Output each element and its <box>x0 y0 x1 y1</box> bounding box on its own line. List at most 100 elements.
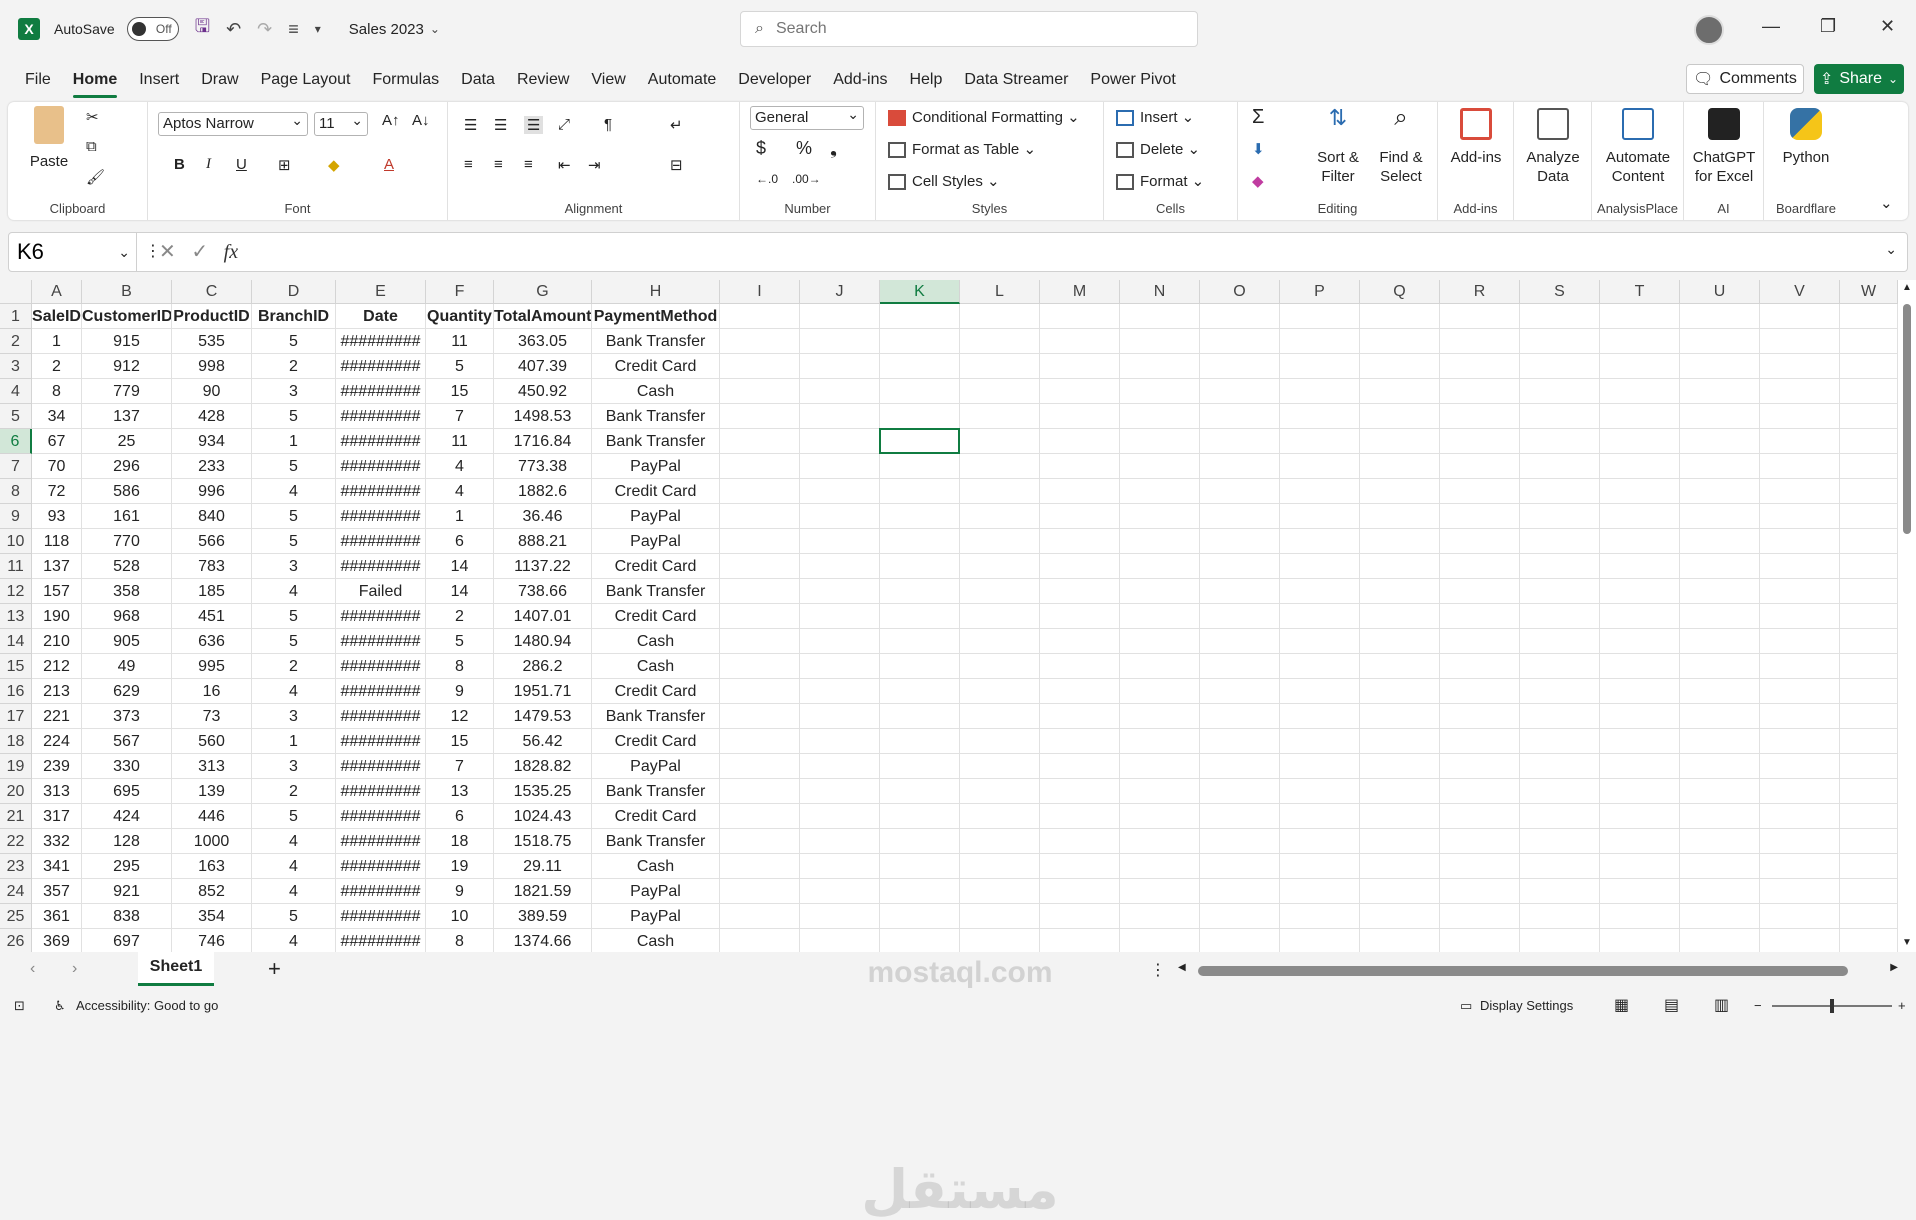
table-cell[interactable] <box>1840 854 1898 879</box>
cell-styles-button[interactable]: Cell Styles ⌄ <box>888 172 1000 191</box>
row-header[interactable]: 2 <box>0 329 32 354</box>
table-cell[interactable] <box>1120 779 1200 804</box>
table-cell[interactable] <box>1520 604 1600 629</box>
table-cell[interactable] <box>1280 679 1360 704</box>
table-cell[interactable] <box>1440 679 1520 704</box>
table-cell[interactable] <box>720 579 800 604</box>
accessibility-icon[interactable]: ♿ <box>54 992 66 1019</box>
table-cell[interactable] <box>880 329 960 354</box>
table-cell[interactable]: 1 <box>426 504 494 529</box>
font-name-select[interactable]: Aptos Narrow <box>158 109 308 136</box>
table-cell[interactable]: 210 <box>32 629 82 654</box>
table-cell[interactable] <box>1040 504 1120 529</box>
table-cell[interactable] <box>1360 479 1440 504</box>
table-cell[interactable] <box>1040 354 1120 379</box>
table-cell[interactable]: 4 <box>252 679 336 704</box>
table-cell[interactable] <box>880 454 960 479</box>
sheet-tab-sheet1[interactable]: Sheet1 <box>138 952 214 986</box>
table-cell[interactable] <box>800 629 880 654</box>
table-cell[interactable] <box>1760 879 1840 904</box>
table-cell[interactable]: 1828.82 <box>494 754 592 779</box>
percent-icon[interactable]: % <box>796 138 812 159</box>
table-cell[interactable] <box>1120 729 1200 754</box>
table-cell[interactable] <box>800 729 880 754</box>
table-cell[interactable]: 11 <box>426 329 494 354</box>
table-cell[interactable]: 224 <box>32 729 82 754</box>
table-cell[interactable] <box>1760 829 1840 854</box>
table-cell[interactable]: ######### <box>336 729 426 754</box>
table-cell[interactable] <box>1120 604 1200 629</box>
table-cell[interactable] <box>1440 779 1520 804</box>
table-cell[interactable]: ######### <box>336 429 426 454</box>
table-cell[interactable] <box>1760 604 1840 629</box>
table-cell[interactable]: 11 <box>426 429 494 454</box>
table-cell[interactable] <box>1520 479 1600 504</box>
table-cell[interactable]: 14 <box>426 579 494 604</box>
table-cell[interactable]: Bank Transfer <box>592 579 720 604</box>
table-cell[interactable] <box>1600 729 1680 754</box>
table-cell[interactable] <box>1360 529 1440 554</box>
column-header-e[interactable]: E <box>336 280 426 304</box>
table-cell[interactable] <box>720 779 800 804</box>
table-cell[interactable] <box>1440 879 1520 904</box>
table-cell[interactable] <box>1120 704 1200 729</box>
table-cell[interactable] <box>1680 829 1760 854</box>
table-cell[interactable] <box>1360 679 1440 704</box>
table-cell[interactable]: 446 <box>172 804 252 829</box>
table-cell[interactable] <box>1360 554 1440 579</box>
table-cell[interactable] <box>1040 554 1120 579</box>
table-cell[interactable] <box>1600 354 1680 379</box>
table-cell[interactable] <box>800 929 880 954</box>
table-cell[interactable] <box>1440 404 1520 429</box>
table-cell[interactable] <box>1760 404 1840 429</box>
table-cell[interactable] <box>1120 404 1200 429</box>
tab-add-ins[interactable]: Add-ins <box>822 60 898 100</box>
table-cell[interactable]: 8 <box>426 654 494 679</box>
minimize-icon[interactable]: — <box>1762 16 1780 37</box>
table-cell[interactable]: 4 <box>252 829 336 854</box>
table-cell[interactable]: 163 <box>172 854 252 879</box>
addins-button[interactable]: Add-ins <box>1442 108 1510 167</box>
row-header[interactable]: 24 <box>0 879 32 904</box>
table-cell[interactable] <box>1680 729 1760 754</box>
row-header[interactable]: 13 <box>0 604 32 629</box>
row-header[interactable]: 4 <box>0 379 32 404</box>
table-cell[interactable] <box>1520 729 1600 754</box>
table-cell[interactable] <box>960 329 1040 354</box>
table-cell[interactable] <box>1520 529 1600 554</box>
redo-icon[interactable]: ↷ <box>257 19 272 40</box>
table-cell[interactable] <box>880 879 960 904</box>
table-cell[interactable]: Bank Transfer <box>592 704 720 729</box>
table-cell[interactable] <box>960 404 1040 429</box>
table-cell[interactable] <box>1680 404 1760 429</box>
table-cell[interactable] <box>1840 404 1898 429</box>
table-cell[interactable]: 840 <box>172 504 252 529</box>
column-header-a[interactable]: A <box>32 280 82 304</box>
table-cell[interactable]: 1 <box>252 429 336 454</box>
table-cell[interactable]: PayPal <box>592 879 720 904</box>
table-cell[interactable]: 695 <box>82 779 172 804</box>
table-cell[interactable] <box>1840 654 1898 679</box>
table-cell[interactable] <box>800 529 880 554</box>
table-cell[interactable]: 629 <box>82 679 172 704</box>
copy-icon[interactable]: ⧉ <box>86 138 97 155</box>
table-cell[interactable] <box>880 929 960 954</box>
table-cell[interactable]: 6 <box>426 529 494 554</box>
row-header[interactable]: 23 <box>0 854 32 879</box>
table-cell[interactable] <box>800 479 880 504</box>
table-cell[interactable]: 49 <box>82 654 172 679</box>
header-cell[interactable]: ProductID <box>172 304 252 329</box>
table-cell[interactable] <box>800 804 880 829</box>
table-cell[interactable]: ######### <box>336 379 426 404</box>
bold-button[interactable]: B <box>174 156 185 173</box>
table-cell[interactable]: PayPal <box>592 754 720 779</box>
table-cell[interactable] <box>1840 929 1898 954</box>
insert-function-icon[interactable]: fx <box>224 241 238 263</box>
expand-formula-bar-icon[interactable]: ⌄ <box>1885 241 1897 258</box>
table-cell[interactable]: 357 <box>32 879 82 904</box>
table-cell[interactable]: PayPal <box>592 904 720 929</box>
header-cell[interactable]: Quantity <box>426 304 494 329</box>
table-cell[interactable]: 14 <box>426 554 494 579</box>
column-header-j[interactable]: J <box>800 280 880 304</box>
table-cell[interactable]: 528 <box>82 554 172 579</box>
